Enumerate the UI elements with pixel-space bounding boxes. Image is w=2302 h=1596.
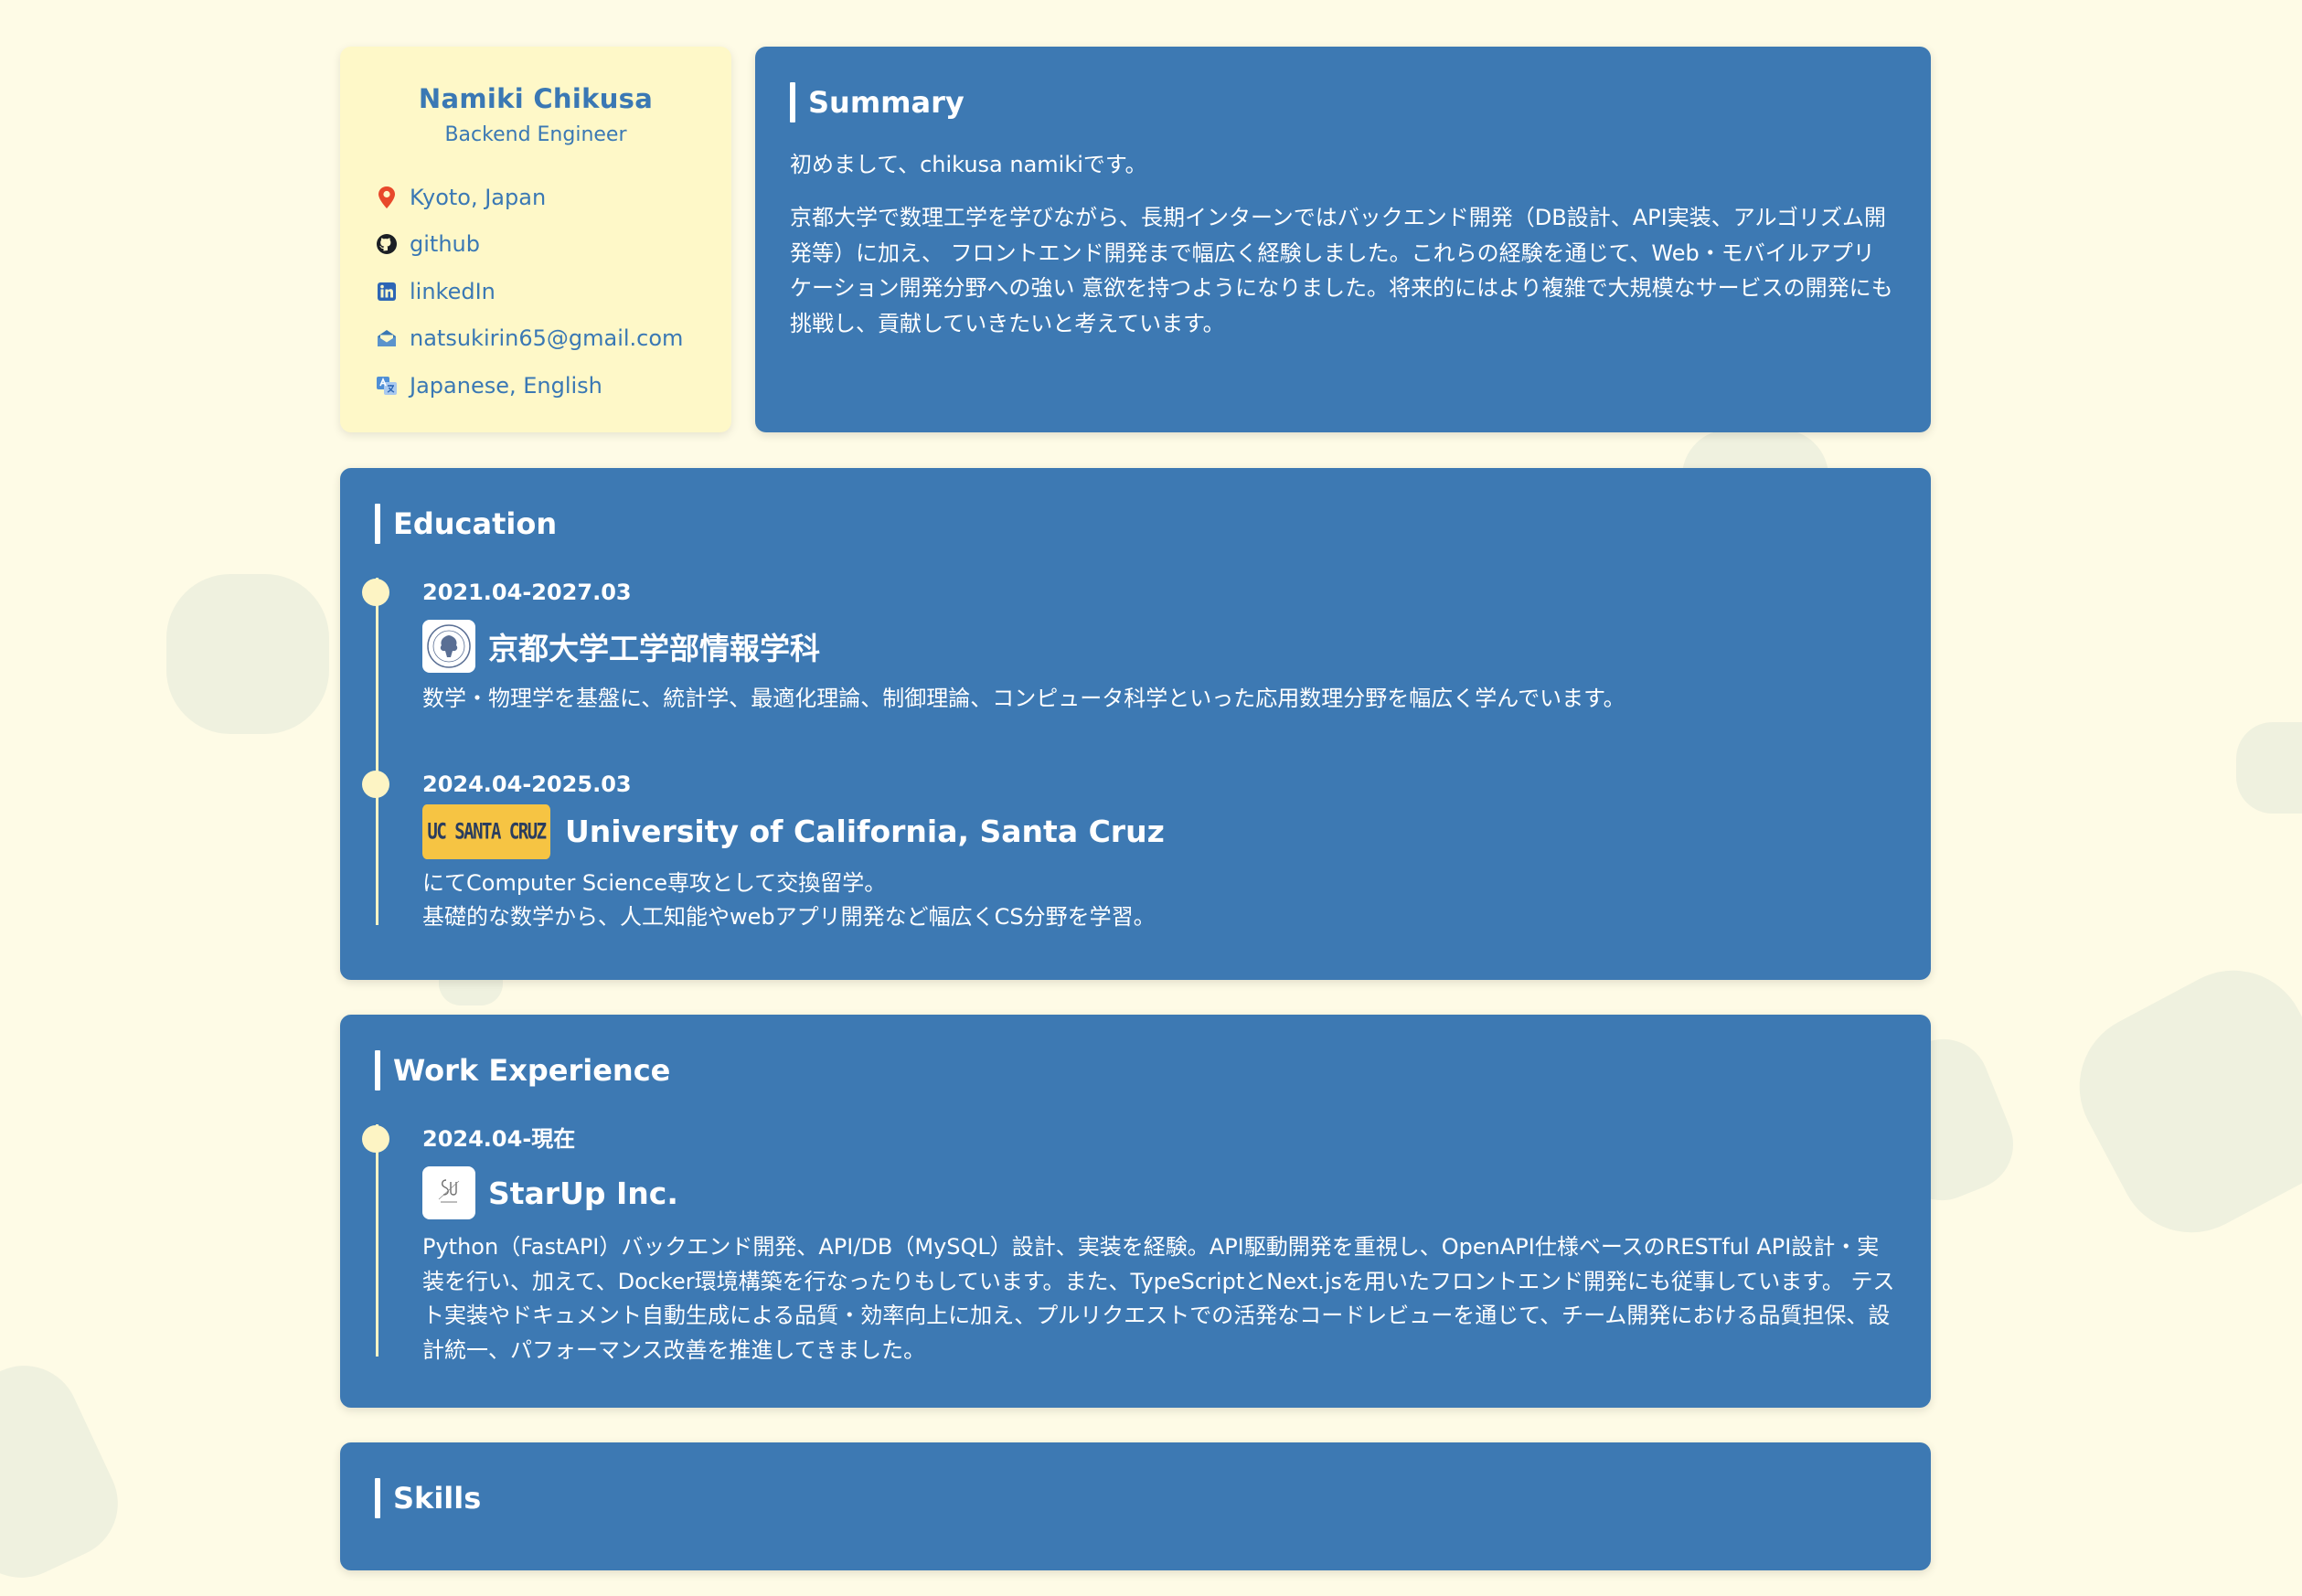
work-entry-starup: 2024.04-現在 StarUp Inc. Python（FastAPI）バッ… [362, 1124, 1896, 1367]
resume-container: Namiki Chikusa Backend Engineer Kyoto, J… [340, 47, 1931, 1570]
bg-shape [0, 1347, 136, 1596]
timeline-line [376, 1124, 378, 1357]
title-bar [375, 504, 380, 544]
contact-linkedin[interactable]: linkedIn [375, 268, 697, 315]
entry-description: にてComputer Science専攻として交換留学。 基礎的な数学から、人工… [422, 867, 1896, 935]
envelope-icon [375, 326, 399, 350]
contact-languages: Japanese, English [375, 362, 697, 410]
entry-date: 2021.04-2027.03 [422, 580, 632, 605]
languages-text: Japanese, English [410, 372, 602, 399]
kyoto-university-logo-icon [422, 620, 475, 673]
summary-title: Summary [790, 81, 1894, 123]
bg-shape [2236, 722, 2302, 814]
profile-card: Namiki Chikusa Backend Engineer Kyoto, J… [340, 47, 731, 432]
entry-description-line: にてComputer Science専攻として交換留学。 [422, 869, 887, 896]
work-timeline: 2024.04-現在 StarUp Inc. Python（FastAPI）バッ… [362, 1124, 1896, 1367]
entry-description: Python（FastAPI）バックエンド開発、API/DB（MySQL）設計、… [422, 1234, 1895, 1363]
profile-role: Backend Engineer [444, 123, 627, 146]
entry-title-row: StarUp Inc. [422, 1166, 1896, 1219]
work-title: Work Experience [375, 1049, 1896, 1091]
education-entry-kyoto: 2021.04-2027.03 京都大学工学部情報学科 数学・物理学を基盤に、統… [362, 578, 1896, 717]
work-title-text: Work Experience [393, 1053, 671, 1088]
skills-section: Skills [340, 1442, 1931, 1570]
summary-body: 京都大学で数理工学を学びながら、長期インターンではバックエンド開発（DB設計、A… [790, 205, 1893, 336]
github-icon [375, 232, 399, 256]
entry-title-row: UC SANTA CRUZ University of California, … [422, 803, 1896, 859]
timeline-dot [362, 770, 389, 798]
entry-title-row: 京都大学工学部情報学科 [422, 620, 1896, 673]
bg-shape [166, 574, 329, 734]
summary-intro: 初めまして、chikusa namikiです。 [790, 152, 1147, 177]
skills-title: Skills [375, 1477, 1896, 1519]
title-bar [375, 1478, 380, 1518]
contact-location: Kyoto, Japan [375, 174, 697, 221]
starup-logo-icon [422, 1166, 475, 1219]
education-timeline: 2021.04-2027.03 京都大学工学部情報学科 数学・物理学を基盤に、統… [362, 578, 1896, 935]
title-bar [375, 1050, 380, 1091]
summary-title-text: Summary [808, 85, 964, 120]
timeline-dot [362, 579, 389, 606]
translate-icon [375, 374, 399, 398]
map-pin-icon [375, 186, 399, 209]
education-section: Education 2021.04-2027.03 京都大学工学部情報学科 数学… [340, 468, 1931, 980]
company-name: StarUp Inc. [488, 1175, 678, 1211]
timeline-line [376, 578, 378, 925]
location-text: Kyoto, Japan [410, 184, 547, 210]
contact-github[interactable]: github [375, 221, 697, 269]
profile-name: Namiki Chikusa [418, 83, 654, 114]
education-entry-ucsc: 2024.04-2025.03 UC SANTA CRUZ University… [362, 770, 1896, 935]
education-title: Education [375, 503, 1896, 545]
entry-date: 2024.04-現在 [422, 1126, 576, 1152]
bg-shape [2053, 944, 2302, 1259]
school-name: University of California, Santa Cruz [565, 814, 1165, 849]
github-link[interactable]: github [410, 231, 480, 257]
school-name: 京都大学工学部情報学科 [488, 631, 820, 666]
education-title-text: Education [393, 506, 558, 541]
contact-email[interactable]: natsukirin65@gmail.com [375, 315, 697, 363]
entry-date: 2024.04-2025.03 [422, 771, 632, 797]
linkedin-link[interactable]: linkedIn [410, 279, 496, 304]
timeline-dot [362, 1125, 389, 1153]
work-experience-section: Work Experience 2024.04-現在 StarUp Inc. P… [340, 1015, 1931, 1408]
linkedin-icon [375, 280, 399, 303]
entry-description: 数学・物理学を基盤に、統計学、最適化理論、制御理論、コンピュータ科学といった応用… [422, 686, 1625, 711]
ucsc-logo-icon: UC SANTA CRUZ [422, 803, 550, 859]
title-bar [790, 82, 795, 122]
contact-list: Kyoto, Japan github linkedIn natsukirin6… [375, 174, 697, 410]
skills-title-text: Skills [393, 1481, 482, 1516]
top-row: Namiki Chikusa Backend Engineer Kyoto, J… [340, 47, 1931, 432]
entry-description-line: 基礎的な数学から、人工知能やwebアプリ開発など幅広くCS分野を学習。 [422, 904, 1156, 930]
summary-section: Summary 初めまして、chikusa namikiです。 京都大学で数理工… [755, 47, 1931, 432]
email-link[interactable]: natsukirin65@gmail.com [410, 325, 683, 351]
